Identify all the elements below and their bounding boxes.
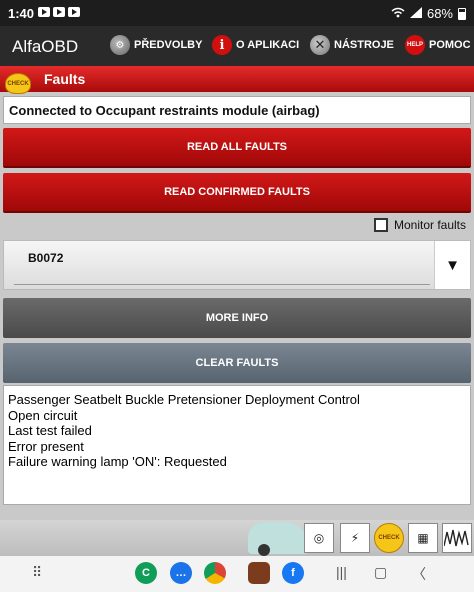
notification-icons — [38, 7, 80, 17]
menu-tools-label: NÁSTROJE — [334, 39, 394, 51]
car-image — [248, 522, 308, 556]
home-icon[interactable]: ▢ — [374, 564, 387, 581]
messages-app-icon[interactable]: … — [170, 562, 192, 584]
more-info-button[interactable]: MORE INFO — [3, 298, 471, 338]
graph-icon[interactable] — [442, 523, 472, 553]
menu-preferences-label: PŘEDVOLBY — [134, 39, 203, 51]
dropdown-arrow-icon[interactable]: ▼ — [434, 241, 470, 289]
status-right: 68% — [391, 6, 466, 21]
facebook-app-icon[interactable]: f — [282, 562, 304, 584]
fault-code-select[interactable]: B0072 ▼ — [3, 240, 471, 290]
section-title: Faults — [44, 71, 86, 87]
fault-presence: Error present — [8, 438, 84, 454]
tools-icon: ✕ — [310, 35, 330, 55]
menu-tools[interactable]: ✕ NÁSTROJE — [310, 35, 394, 55]
menu-help[interactable]: HELP POMOC — [405, 35, 471, 55]
fault-test-status: Last test failed — [8, 423, 92, 438]
selected-fault-code: B0072 — [28, 251, 64, 265]
help-icon: HELP — [405, 35, 425, 55]
menu-preferences[interactable]: ⚙ PŘEDVOLBY — [110, 35, 202, 55]
battery-module-icon[interactable]: ⚡ — [340, 523, 370, 553]
check-engine-button-icon[interactable]: CHECK — [374, 523, 404, 553]
monitor-faults-checkbox[interactable] — [373, 218, 388, 232]
app-bar: AlfaOBD ⚙ PŘEDVOLBY i O APLIKACI ✕ NÁSTR… — [0, 26, 474, 66]
read-all-faults-button[interactable]: READ ALL FAULTS — [3, 128, 471, 168]
section-title-bar: Faults — [0, 66, 474, 92]
game-app-icon[interactable] — [248, 562, 270, 584]
check-engine-icon: CHECK — [5, 73, 31, 94]
menu-help-label: POMOC — [429, 39, 471, 51]
recents-icon[interactable]: ||| — [336, 564, 347, 580]
phone-app-icon[interactable]: C — [135, 562, 157, 584]
youtube-icon — [68, 7, 80, 17]
info-icon: i — [212, 35, 232, 55]
chrome-app-icon[interactable] — [204, 562, 226, 584]
fault-description: Passenger Seatbelt Buckle Pretensioner D… — [8, 392, 360, 407]
tire-icon[interactable]: ◎ — [304, 523, 334, 553]
fault-details-panel: Passenger Seatbelt Buckle Pretensioner D… — [3, 385, 471, 505]
menu-about[interactable]: i O APLIKACI — [212, 35, 299, 55]
monitor-faults-label: Monitor faults — [393, 218, 466, 232]
app-title: AlfaOBD — [12, 37, 79, 56]
module-toolbar: ◎ ⚡ CHECK ▦ — [0, 520, 474, 556]
select-underline — [14, 284, 430, 285]
read-confirmed-faults-button[interactable]: READ CONFIRMED FAULTS — [3, 173, 471, 213]
status-bar: 1:40 68% — [0, 0, 474, 26]
back-icon[interactable]: 〈 — [412, 564, 426, 584]
vehicle-icon[interactable]: ▦ — [408, 523, 438, 553]
status-time: 1:40 — [8, 6, 35, 21]
preferences-icon: ⚙ — [110, 35, 130, 55]
battery-icon — [458, 7, 466, 20]
wifi-icon — [391, 6, 405, 21]
menu-about-label: O APLIKACI — [236, 39, 300, 51]
battery-percent: 68% — [426, 6, 453, 21]
youtube-icon — [38, 7, 50, 17]
youtube-icon — [53, 7, 65, 17]
app-drawer-icon[interactable]: ⠿ — [32, 564, 42, 581]
signal-icon — [409, 6, 422, 21]
monitor-faults-toggle[interactable]: Monitor faults — [373, 218, 466, 232]
system-nav-bar: ⠿ C … f ||| ▢ 〈 — [0, 556, 474, 592]
clear-faults-button[interactable]: CLEAR FAULTS — [3, 343, 471, 383]
connection-status: Connected to Occupant restraints module … — [3, 96, 471, 124]
fault-type: Open circuit — [8, 407, 78, 423]
fault-lamp-status: Failure warning lamp 'ON': Requested — [8, 454, 227, 469]
